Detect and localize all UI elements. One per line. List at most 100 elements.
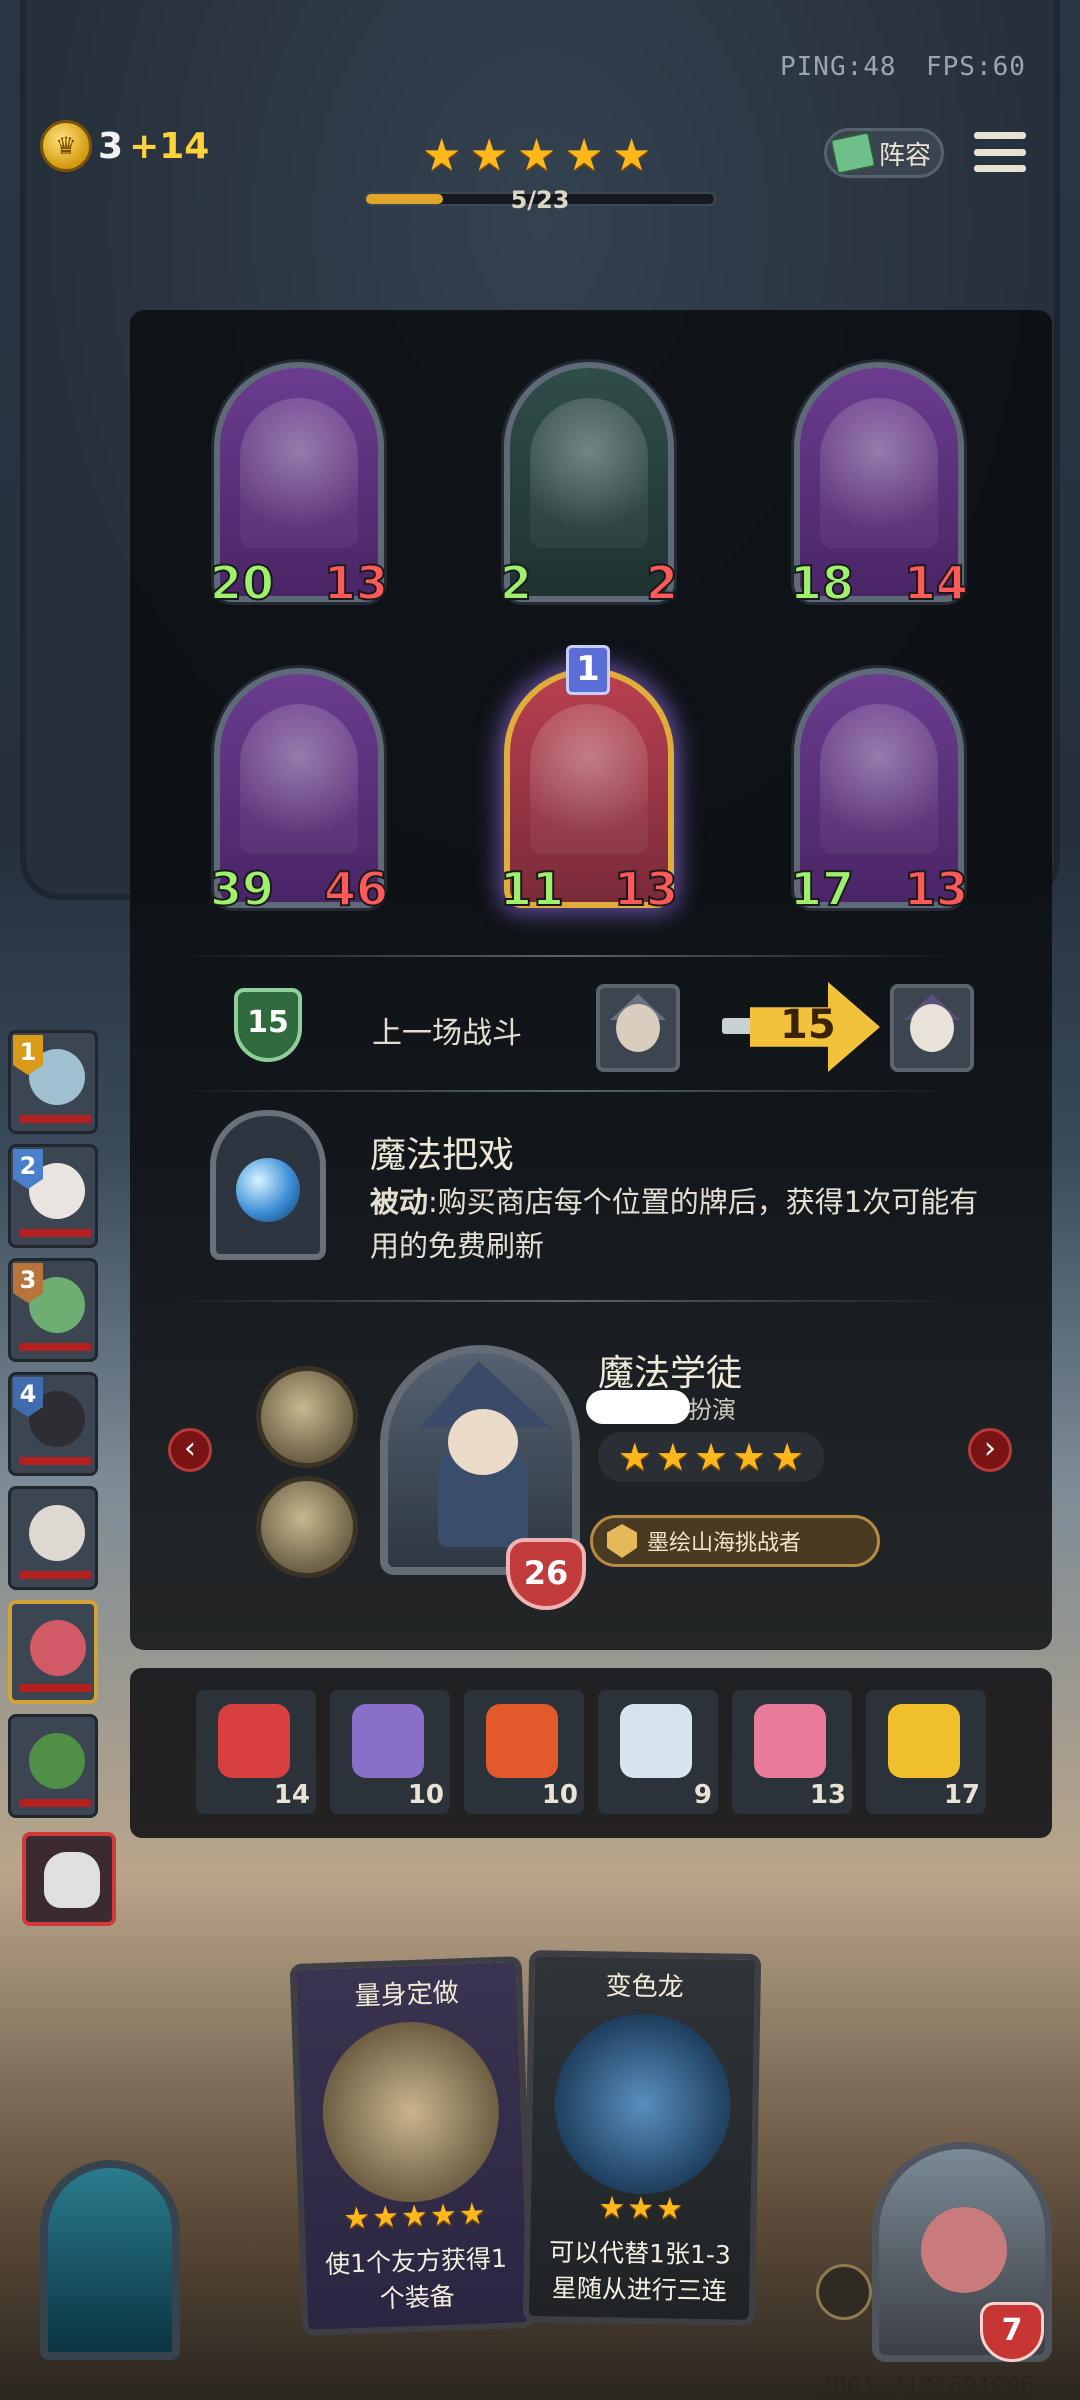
spell-card[interactable]: 变色龙 ★ ★ ★ 可以代替1张1-3星随从进行三连: [522, 1950, 762, 2326]
spell-card-name: 变色龙: [605, 1971, 684, 2003]
prev-hero-button[interactable]: ‹: [168, 1428, 212, 1472]
tier-badge: 1: [566, 645, 610, 695]
roster-health-bar: [20, 1684, 92, 1692]
last-battle-row: 15 上一场战斗 15: [230, 980, 1000, 1080]
roster-player[interactable]: [8, 1486, 98, 1590]
menu-icon[interactable]: [974, 126, 1026, 178]
minion-art: [240, 704, 358, 854]
equipment-slot[interactable]: [256, 1366, 358, 1468]
item-slot[interactable]: 17: [866, 1690, 986, 1814]
roster-player[interactable]: 3: [8, 1258, 98, 1362]
clown-icon: [218, 1704, 290, 1778]
roster-player[interactable]: [8, 1600, 98, 1704]
game-screen: PING:48 FPS:60 ♛ 3 +14 ★ ★ ★ ★ ★ 5/23 阵容 20 1…: [0, 0, 1080, 2400]
minion-card[interactable]: 17 13: [789, 668, 969, 917]
roster-player[interactable]: 2: [8, 1144, 98, 1248]
spell-card-stars: ★ ★ ★ ★ ★: [304, 2196, 525, 2237]
crystal-ball-icon[interactable]: [210, 1110, 326, 1260]
item-slot[interactable]: 10: [330, 1690, 450, 1814]
spell-card[interactable]: 量身定做 ★ ★ ★ ★ ★ 使1个友方获得1个装备: [289, 1956, 535, 2336]
next-hero-button[interactable]: ›: [968, 1428, 1012, 1472]
skill-title: 魔法把戏: [370, 1135, 515, 1176]
player-battle-portrait[interactable]: [890, 984, 974, 1072]
star-icon: ★: [400, 2198, 429, 2235]
minion-attack: 39: [209, 861, 275, 917]
alarm-clock-icon: [486, 1704, 558, 1778]
book-icon: [829, 131, 877, 175]
roster-health-bar: [19, 1799, 91, 1807]
refresh-portal-icon[interactable]: [40, 2160, 180, 2360]
minion-art: [240, 398, 358, 548]
tier-stars: ★ ★ ★ ★ ★: [422, 134, 651, 178]
redacted-player-name: [586, 1390, 690, 1424]
spell-card-art: [319, 2019, 502, 2206]
minion-art: [530, 398, 648, 548]
last-battle-label: 上一场战斗: [372, 1016, 522, 1051]
roster-player[interactable]: 4: [8, 1372, 98, 1476]
star-icon: ★: [693, 1435, 729, 1479]
minion-health: 13: [903, 861, 969, 917]
item-slot[interactable]: 14: [196, 1690, 316, 1814]
tier-progress-fill: [366, 194, 443, 204]
skull-icon[interactable]: [22, 1832, 116, 1926]
build-code: 2801.2131691006: [818, 2372, 1035, 2400]
title-badge-label: 墨绘山海挑战者: [647, 1531, 802, 1556]
minion-attack: 20: [209, 555, 275, 611]
roster-avatar: [30, 1620, 86, 1676]
minion-card[interactable]: 20 13: [209, 362, 389, 611]
item-count: 13: [809, 1780, 846, 1810]
spell-card-description: 可以代替1张1-3星随从进行三连: [548, 2237, 732, 2306]
hero-stars: ★ ★ ★ ★ ★: [598, 1432, 824, 1482]
item-slot[interactable]: 10: [464, 1690, 584, 1814]
gold-counter: ♛ 3 +14: [40, 120, 209, 172]
equipment-slot[interactable]: [256, 1476, 358, 1578]
minion-card[interactable]: 18 14: [789, 362, 969, 611]
minion-health: 14: [903, 555, 969, 611]
minion-health: 13: [323, 555, 389, 611]
title-badge[interactable]: 墨绘山海挑战者: [590, 1515, 880, 1567]
minion-health: 13: [613, 861, 679, 917]
item-slot[interactable]: 13: [732, 1690, 852, 1814]
star-icon: ★: [770, 1435, 805, 1479]
star-icon: ★: [469, 130, 509, 181]
minion-attack: 17: [789, 861, 855, 917]
star-icon: ★: [342, 2200, 371, 2237]
skill-description: 被动:购买商店每个位置的牌后，获得1次可能有用的免费刷新: [370, 1180, 990, 1268]
skill-type: 被动: [370, 1185, 429, 1219]
gold-amount: 3: [98, 125, 124, 167]
cupcake-icon: [754, 1704, 826, 1778]
minion-card[interactable]: 22: [499, 362, 679, 611]
lineup-button[interactable]: 阵容: [824, 128, 944, 178]
roster-player[interactable]: 1: [8, 1030, 98, 1134]
star-icon: ★: [516, 130, 557, 181]
spell-card-name: 量身定做: [354, 1978, 460, 2012]
item-count: 10: [407, 1780, 444, 1810]
minion-art: [530, 704, 648, 854]
star-icon: ★: [655, 1435, 690, 1479]
lineup-label: 阵容: [879, 140, 932, 171]
hero-name: 魔法学徒: [598, 1353, 743, 1394]
minion-health: 2: [645, 555, 679, 611]
divider: [170, 1090, 960, 1092]
roster-player[interactable]: [8, 1714, 98, 1818]
skill-text: :购买商店每个位置的牌后，获得1次可能有用的免费刷新: [370, 1185, 979, 1263]
star-icon: ★: [611, 130, 652, 181]
item-count: 10: [541, 1780, 578, 1810]
minion-attack: 11: [499, 861, 565, 917]
item-slot[interactable]: 9: [598, 1690, 718, 1814]
opponent-portrait[interactable]: [596, 984, 680, 1072]
ping-readout: PING:48: [780, 52, 897, 82]
star-icon: ★: [617, 1435, 652, 1479]
item-count: 14: [273, 1780, 310, 1810]
bell-icon[interactable]: [816, 2264, 872, 2320]
roster-avatar: [29, 1505, 85, 1561]
roster-health-bar: [19, 1457, 91, 1465]
teacup-icon: [620, 1704, 692, 1778]
item-count: 17: [943, 1780, 980, 1810]
minion-card[interactable]: 39 46: [209, 668, 389, 917]
roster-avatar: [29, 1733, 85, 1789]
striped-shield-icon: [352, 1704, 424, 1778]
level-shield-icon: 15: [234, 988, 302, 1062]
roster-health-bar: [19, 1571, 91, 1579]
minion-card[interactable]: 11 13: [499, 668, 679, 917]
